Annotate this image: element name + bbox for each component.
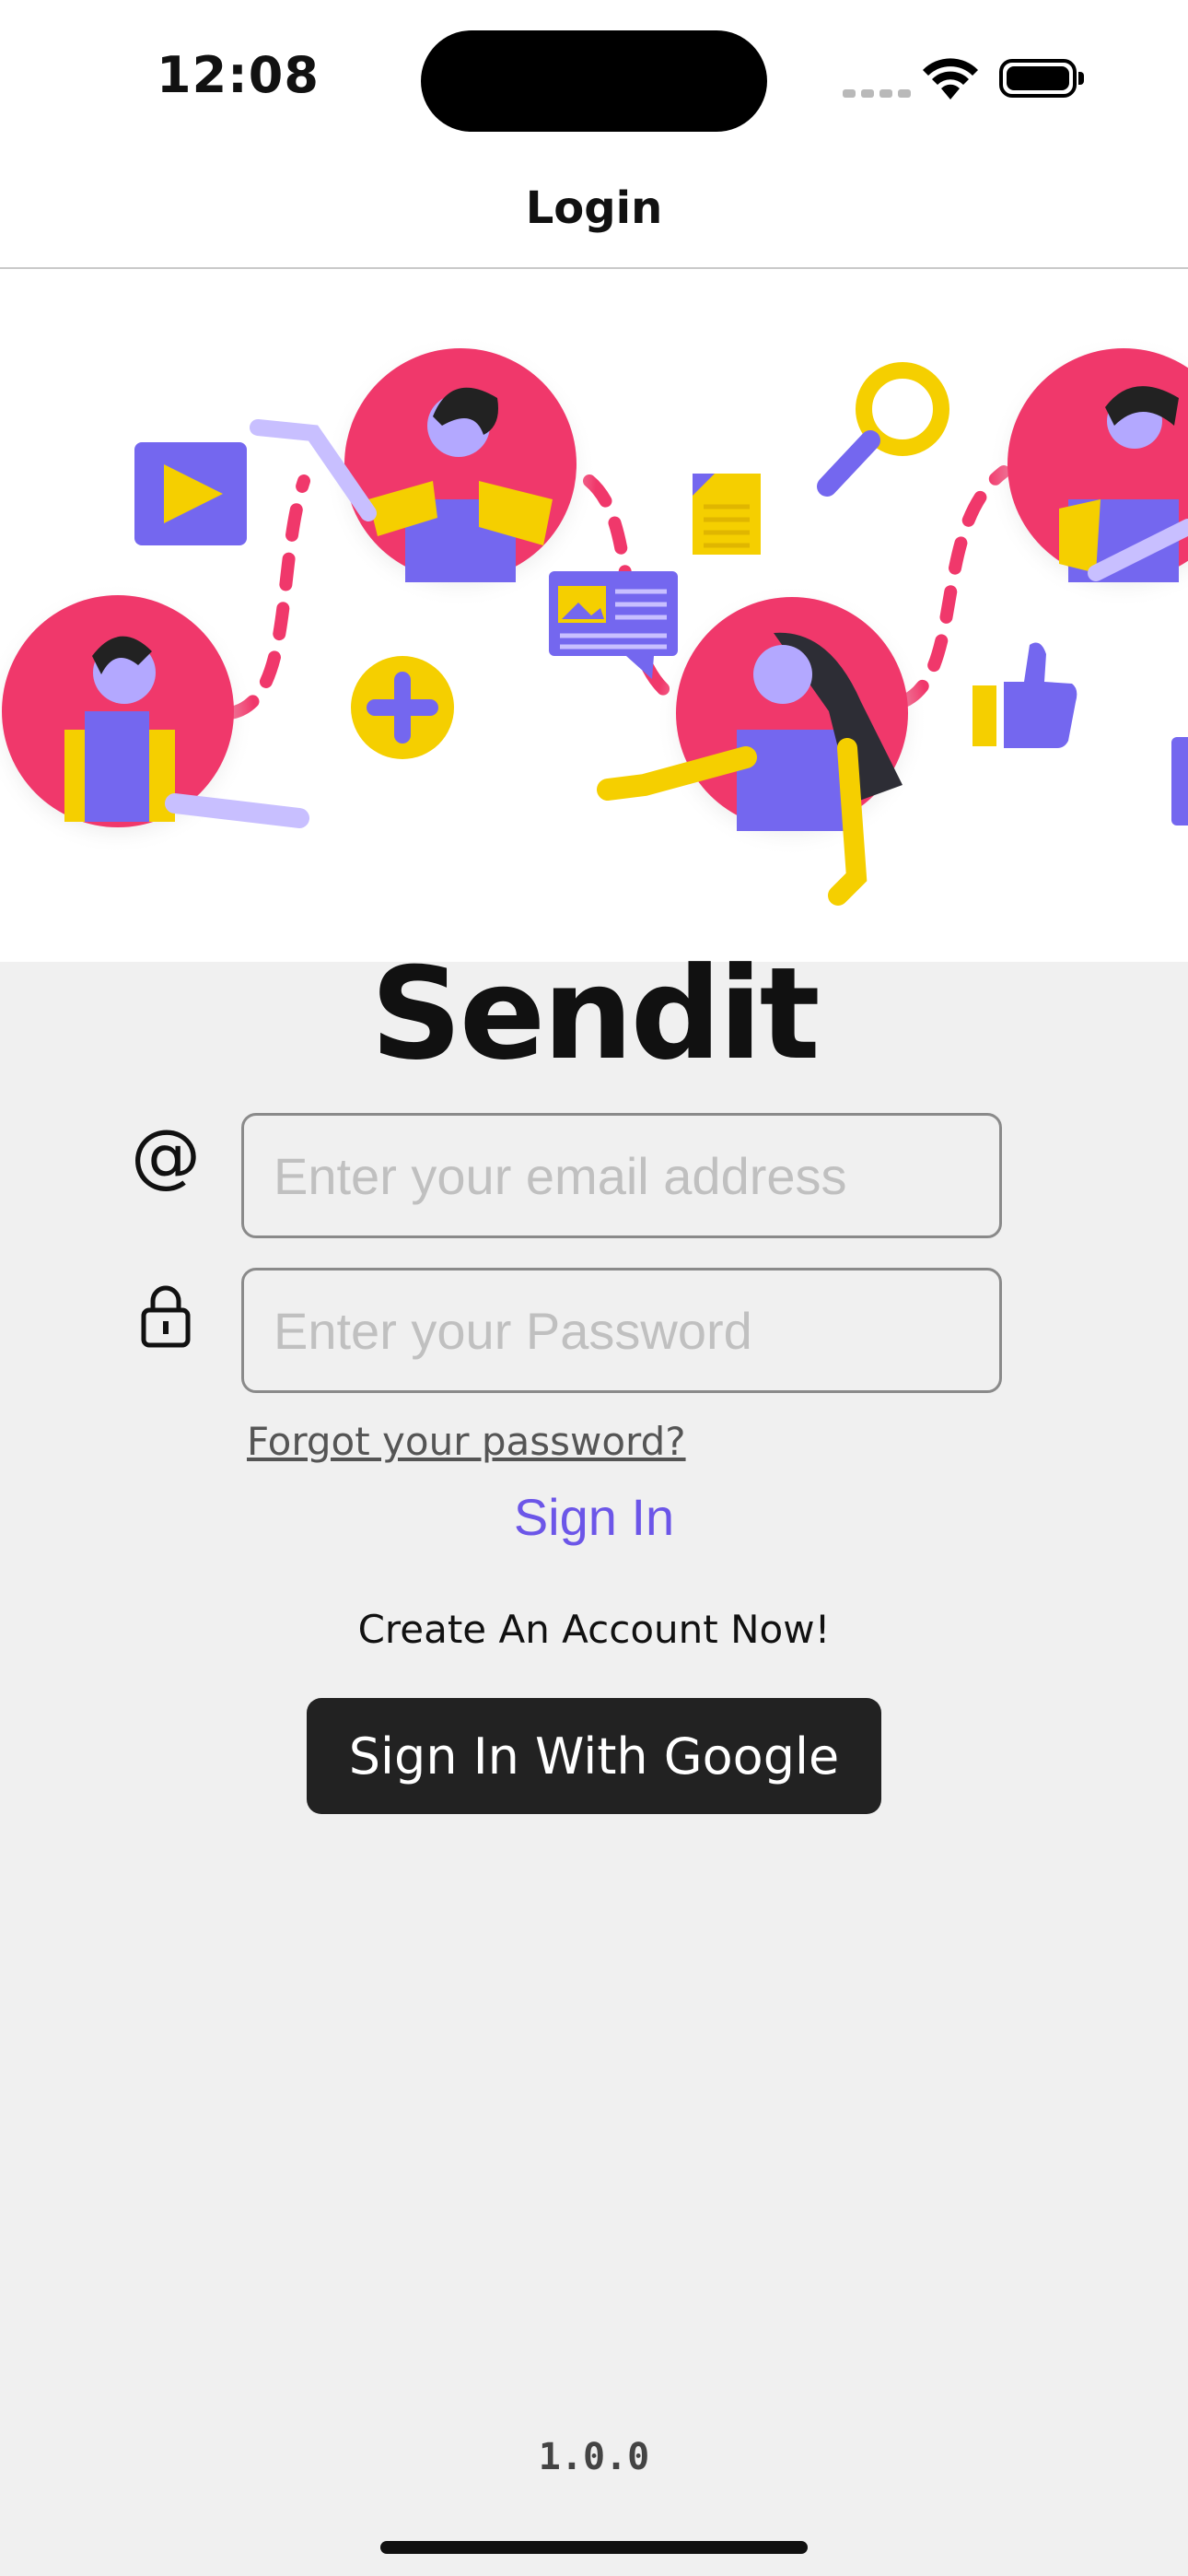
- people-network-illustration: [0, 335, 1188, 906]
- cellular-signal-icon: [843, 86, 916, 102]
- google-sign-in-button[interactable]: Sign In With Google: [307, 1698, 881, 1814]
- dynamic-island: [421, 30, 767, 132]
- google-sign-in-label: Sign In With Google: [348, 1727, 840, 1786]
- sign-in-button[interactable]: Sign In: [0, 1487, 1188, 1547]
- status-time: 12:08: [157, 46, 320, 104]
- email-input[interactable]: [241, 1113, 1002, 1238]
- at-sign-icon: @: [131, 1114, 201, 1196]
- navigation-bar: Login: [0, 147, 1188, 269]
- app-name-logo: Sendit: [370, 940, 820, 1088]
- battery-icon: [999, 59, 1084, 98]
- lock-icon: [141, 1285, 191, 1348]
- status-bar: 12:08: [0, 0, 1188, 147]
- wifi-icon: [923, 58, 978, 100]
- hero-illustration: [0, 269, 1188, 962]
- create-account-link[interactable]: Create An Account Now!: [0, 1607, 1188, 1652]
- home-indicator[interactable]: [380, 2541, 808, 2554]
- page-title: Login: [525, 182, 663, 234]
- app-version: 1.0.0: [538, 2436, 650, 2478]
- password-input[interactable]: [241, 1268, 1002, 1393]
- forgot-password-link[interactable]: Forgot your password?: [247, 1419, 686, 1464]
